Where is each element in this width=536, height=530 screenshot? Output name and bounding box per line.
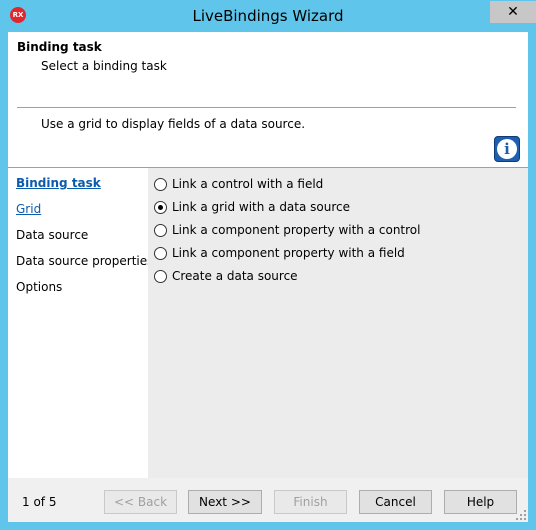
close-button[interactable]: ✕ <box>490 1 536 23</box>
nav-item-binding-task[interactable]: Binding task <box>16 176 101 190</box>
wizard-window: RX LiveBindings Wizard ✕ Binding task Se… <box>0 0 536 530</box>
nav-item-data-source-properties: Data source properties <box>16 254 154 268</box>
info-icon[interactable]: i <box>494 136 520 162</box>
help-button[interactable]: Help <box>444 490 517 514</box>
option-link-component-property-control[interactable]: Link a component property with a control <box>154 222 420 238</box>
option-label: Link a control with a field <box>172 177 324 191</box>
radio-button[interactable] <box>154 177 167 191</box>
back-button[interactable]: << Back <box>104 490 177 514</box>
task-description: Use a grid to display fields of a data s… <box>41 117 306 131</box>
next-button[interactable]: Next >> <box>188 490 262 514</box>
nav-item-options: Options <box>16 280 63 294</box>
option-label: Link a grid with a data source <box>172 200 351 214</box>
title-bar[interactable]: RX LiveBindings Wizard ✕ <box>0 0 536 32</box>
option-link-control-field[interactable]: Link a control with a field <box>154 176 323 192</box>
radio-button[interactable] <box>154 223 167 237</box>
option-label: Link a component property with a control <box>172 223 421 237</box>
page-indicator: 1 of 5 <box>22 495 57 509</box>
resize-grip-icon[interactable] <box>516 510 526 520</box>
option-create-data-source[interactable]: Create a data source <box>154 268 298 284</box>
page-subtitle: Select a binding task <box>41 59 167 73</box>
client-area: Binding task Select a binding task Use a… <box>8 32 528 522</box>
radio-button[interactable] <box>154 269 167 283</box>
radio-button[interactable] <box>154 246 167 260</box>
nav-item-grid[interactable]: Grid <box>16 202 41 216</box>
option-label: Link a component property with a field <box>172 246 405 260</box>
header-panel: Binding task Select a binding task Use a… <box>8 32 528 167</box>
option-label: Create a data source <box>172 269 298 283</box>
cancel-button[interactable]: Cancel <box>359 490 432 514</box>
wizard-footer: 1 of 5 << Back Next >> Finish Cancel Hel… <box>8 478 528 522</box>
option-link-grid-data-source[interactable]: Link a grid with a data source <box>154 199 350 215</box>
binding-options-pane: Link a control with a field Link a grid … <box>148 168 528 478</box>
option-link-component-property-field[interactable]: Link a component property with a field <box>154 245 405 261</box>
page-title: Binding task <box>17 40 102 54</box>
nav-item-data-source: Data source <box>16 228 89 242</box>
wizard-nav: Binding task Grid Data source Data sourc… <box>8 168 153 478</box>
info-icon-glyph: i <box>497 139 517 159</box>
finish-button[interactable]: Finish <box>274 490 347 514</box>
radio-button-selected[interactable] <box>154 200 167 214</box>
window-title: LiveBindings Wizard <box>192 7 344 25</box>
header-divider <box>17 107 516 108</box>
